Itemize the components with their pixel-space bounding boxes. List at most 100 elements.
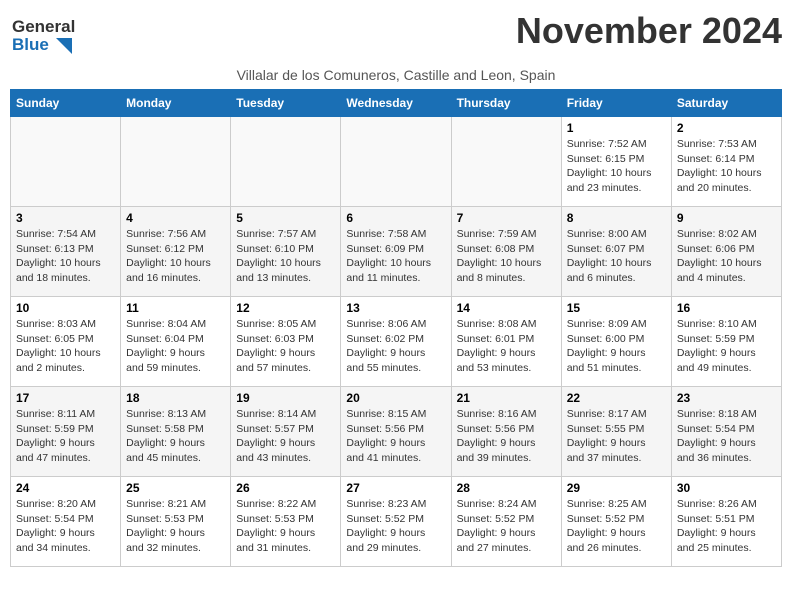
calendar-cell: 13 Sunrise: 8:06 AMSunset: 6:02 PMDayligh…: [341, 297, 451, 387]
weekday-header-thursday: Thursday: [451, 90, 561, 117]
day-number: 26: [236, 481, 335, 495]
day-number: 3: [16, 211, 115, 225]
day-number: 7: [457, 211, 556, 225]
day-number: 2: [677, 121, 776, 135]
calendar-cell: 7 Sunrise: 7:59 AMSunset: 6:08 PMDaylight…: [451, 207, 561, 297]
calendar-cell: [341, 117, 451, 207]
day-number: 13: [346, 301, 445, 315]
calendar-cell: 12 Sunrise: 8:05 AMSunset: 6:03 PMDayligh…: [231, 297, 341, 387]
calendar-cell: 18Sunrise: 8:13 AMSunset: 5:58 PMDayligh…: [121, 387, 231, 477]
day-number: 12: [236, 301, 335, 315]
day-number: 27: [346, 481, 445, 495]
day-number: 29: [567, 481, 666, 495]
day-number: 23: [677, 391, 776, 405]
calendar-body: 1 Sunrise: 7:52 AMSunset: 6:15 PMDaylight…: [11, 117, 782, 567]
day-info: Sunrise: 8:21 AMSunset: 5:53 PMDaylight:…: [126, 497, 225, 556]
page-header: General Blue November 2024: [10, 10, 782, 63]
day-number: 24: [16, 481, 115, 495]
calendar-cell: 9 Sunrise: 8:02 AMSunset: 6:06 PMDaylight…: [671, 207, 781, 297]
calendar-cell: 23 Sunrise: 8:18 AMSunset: 5:54 PMDayligh…: [671, 387, 781, 477]
month-title: November 2024: [516, 10, 782, 52]
calendar-cell: 26 Sunrise: 8:22 AMSunset: 5:53 PMDayligh…: [231, 477, 341, 567]
calendar-week-3: 10 Sunrise: 8:03 AMSunset: 6:05 PMDayligh…: [11, 297, 782, 387]
day-number: 20: [346, 391, 445, 405]
day-info: Sunrise: 8:20 AMSunset: 5:54 PMDaylight:…: [16, 497, 115, 556]
calendar-cell: 19Sunrise: 8:14 AMSunset: 5:57 PMDayligh…: [231, 387, 341, 477]
calendar-cell: 27 Sunrise: 8:23 AMSunset: 5:52 PMDayligh…: [341, 477, 451, 567]
calendar-cell: 8Sunrise: 8:00 AMSunset: 6:07 PMDaylight…: [561, 207, 671, 297]
day-info: Sunrise: 8:05 AMSunset: 6:03 PMDaylight:…: [236, 317, 335, 376]
day-number: 30: [677, 481, 776, 495]
calendar-cell: 22Sunrise: 8:17 AMSunset: 5:55 PMDayligh…: [561, 387, 671, 477]
calendar-week-2: 3 Sunrise: 7:54 AMSunset: 6:13 PMDaylight…: [11, 207, 782, 297]
day-info: Sunrise: 8:02 AMSunset: 6:06 PMDaylight:…: [677, 227, 776, 286]
svg-text:General: General: [12, 17, 75, 36]
svg-text:Blue: Blue: [12, 35, 49, 54]
day-number: 22: [567, 391, 666, 405]
location-subtitle: Villalar de los Comuneros, Castille and …: [10, 67, 782, 83]
day-number: 21: [457, 391, 556, 405]
calendar-table: SundayMondayTuesdayWednesdayThursdayFrid…: [10, 89, 782, 567]
calendar-cell: 20 Sunrise: 8:15 AMSunset: 5:56 PMDayligh…: [341, 387, 451, 477]
calendar-cell: 1 Sunrise: 7:52 AMSunset: 6:15 PMDaylight…: [561, 117, 671, 207]
day-info: Sunrise: 8:14 AMSunset: 5:57 PMDaylight:…: [236, 407, 335, 466]
day-number: 9: [677, 211, 776, 225]
day-info: Sunrise: 7:54 AMSunset: 6:13 PMDaylight:…: [16, 227, 115, 286]
calendar-cell: [231, 117, 341, 207]
weekday-header-monday: Monday: [121, 90, 231, 117]
calendar-cell: 14 Sunrise: 8:08 AMSunset: 6:01 PMDayligh…: [451, 297, 561, 387]
day-info: Sunrise: 8:24 AMSunset: 5:52 PMDaylight:…: [457, 497, 556, 556]
day-info: Sunrise: 8:04 AMSunset: 6:04 PMDaylight:…: [126, 317, 225, 376]
calendar-cell: 17 Sunrise: 8:11 AMSunset: 5:59 PMDayligh…: [11, 387, 121, 477]
weekday-header-saturday: Saturday: [671, 90, 781, 117]
calendar-cell: 16Sunrise: 8:10 AMSunset: 5:59 PMDayligh…: [671, 297, 781, 387]
day-info: Sunrise: 7:53 AMSunset: 6:14 PMDaylight:…: [677, 137, 776, 196]
day-number: 10: [16, 301, 115, 315]
weekday-header-sunday: Sunday: [11, 90, 121, 117]
calendar-cell: [121, 117, 231, 207]
calendar-cell: 21 Sunrise: 8:16 AMSunset: 5:56 PMDayligh…: [451, 387, 561, 477]
calendar-week-5: 24 Sunrise: 8:20 AMSunset: 5:54 PMDayligh…: [11, 477, 782, 567]
calendar-week-1: 1 Sunrise: 7:52 AMSunset: 6:15 PMDaylight…: [11, 117, 782, 207]
calendar-week-4: 17 Sunrise: 8:11 AMSunset: 5:59 PMDayligh…: [11, 387, 782, 477]
calendar-cell: 3 Sunrise: 7:54 AMSunset: 6:13 PMDaylight…: [11, 207, 121, 297]
logo: General Blue: [10, 10, 82, 63]
calendar-cell: 4Sunrise: 7:56 AMSunset: 6:12 PMDaylight…: [121, 207, 231, 297]
day-number: 18: [126, 391, 225, 405]
day-number: 14: [457, 301, 556, 315]
day-info: Sunrise: 7:58 AMSunset: 6:09 PMDaylight:…: [346, 227, 445, 286]
weekday-header-tuesday: Tuesday: [231, 90, 341, 117]
calendar-cell: [451, 117, 561, 207]
calendar-cell: 10 Sunrise: 8:03 AMSunset: 6:05 PMDayligh…: [11, 297, 121, 387]
day-info: Sunrise: 8:03 AMSunset: 6:05 PMDaylight:…: [16, 317, 115, 376]
day-number: 25: [126, 481, 225, 495]
day-info: Sunrise: 7:59 AMSunset: 6:08 PMDaylight:…: [457, 227, 556, 286]
day-info: Sunrise: 8:08 AMSunset: 6:01 PMDaylight:…: [457, 317, 556, 376]
calendar-cell: 15Sunrise: 8:09 AMSunset: 6:00 PMDayligh…: [561, 297, 671, 387]
calendar-cell: 2 Sunrise: 7:53 AMSunset: 6:14 PMDaylight…: [671, 117, 781, 207]
day-info: Sunrise: 8:22 AMSunset: 5:53 PMDaylight:…: [236, 497, 335, 556]
day-info: Sunrise: 8:16 AMSunset: 5:56 PMDaylight:…: [457, 407, 556, 466]
calendar-cell: 6 Sunrise: 7:58 AMSunset: 6:09 PMDaylight…: [341, 207, 451, 297]
day-info: Sunrise: 8:15 AMSunset: 5:56 PMDaylight:…: [346, 407, 445, 466]
day-info: Sunrise: 8:26 AMSunset: 5:51 PMDaylight:…: [677, 497, 776, 556]
day-info: Sunrise: 8:23 AMSunset: 5:52 PMDaylight:…: [346, 497, 445, 556]
day-info: Sunrise: 8:06 AMSunset: 6:02 PMDaylight:…: [346, 317, 445, 376]
logo-icon: General Blue: [10, 10, 82, 58]
day-info: Sunrise: 7:52 AMSunset: 6:15 PMDaylight:…: [567, 137, 666, 196]
day-info: Sunrise: 8:18 AMSunset: 5:54 PMDaylight:…: [677, 407, 776, 466]
calendar-header-row: SundayMondayTuesdayWednesdayThursdayFrid…: [11, 90, 782, 117]
day-number: 16: [677, 301, 776, 315]
day-info: Sunrise: 8:09 AMSunset: 6:00 PMDaylight:…: [567, 317, 666, 376]
day-number: 5: [236, 211, 335, 225]
day-info: Sunrise: 8:00 AMSunset: 6:07 PMDaylight:…: [567, 227, 666, 286]
weekday-header-wednesday: Wednesday: [341, 90, 451, 117]
day-info: Sunrise: 8:11 AMSunset: 5:59 PMDaylight:…: [16, 407, 115, 466]
calendar-cell: 11Sunrise: 8:04 AMSunset: 6:04 PMDayligh…: [121, 297, 231, 387]
calendar-cell: 30 Sunrise: 8:26 AMSunset: 5:51 PMDayligh…: [671, 477, 781, 567]
day-number: 1: [567, 121, 666, 135]
calendar-cell: 28Sunrise: 8:24 AMSunset: 5:52 PMDayligh…: [451, 477, 561, 567]
day-number: 6: [346, 211, 445, 225]
weekday-header-friday: Friday: [561, 90, 671, 117]
day-number: 17: [16, 391, 115, 405]
